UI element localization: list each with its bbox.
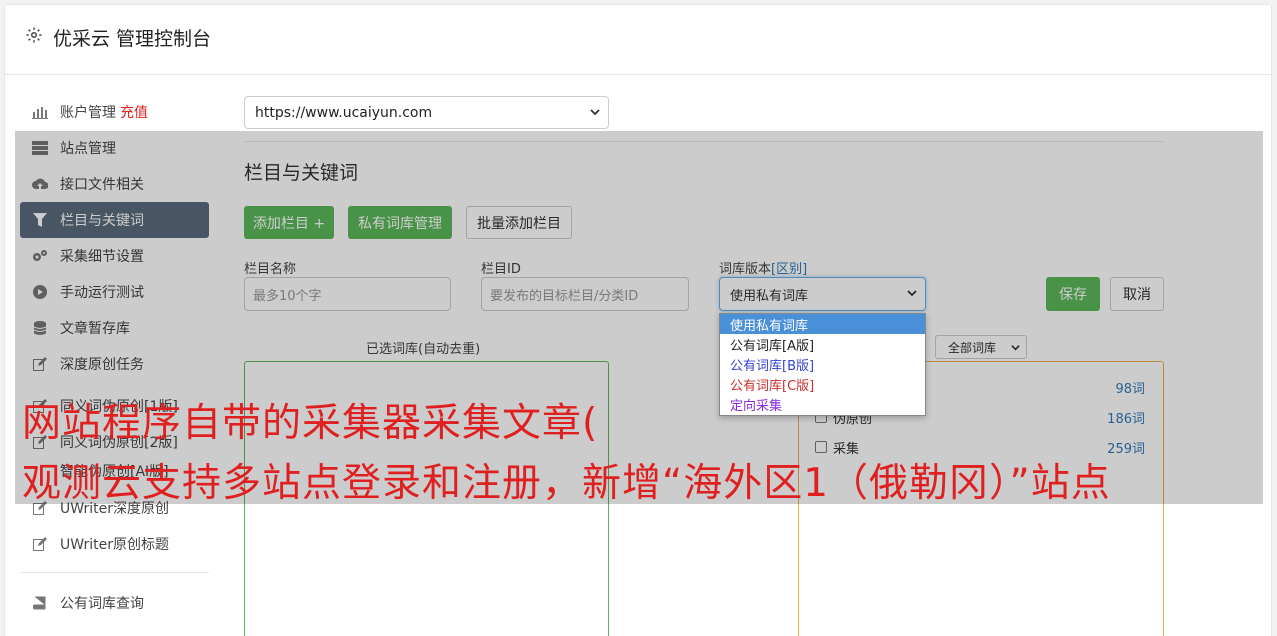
chevron-down-icon — [590, 109, 600, 116]
site-select-value: https://www.ucaiyun.com — [255, 104, 433, 121]
gear-icon — [26, 27, 42, 43]
edit-icon — [32, 356, 48, 372]
chevron-down-icon — [1011, 345, 1020, 351]
cogs-icon — [32, 248, 48, 264]
dropdown-option[interactable]: 公有词库[C版] — [720, 374, 925, 394]
caption-line-1: 网站程序自带的采集器采集文章( — [22, 401, 599, 446]
dict-version-select[interactable]: 使用私有词库 — [719, 277, 926, 311]
dict-version-text: 词库版本 — [719, 262, 772, 277]
sidebar-item-uwriter-title[interactable]: UWriter原创标题 — [20, 526, 209, 562]
site-select[interactable]: https://www.ucaiyun.com — [244, 96, 609, 129]
sidebar-item-article-store[interactable]: 文章暂存库 — [20, 310, 209, 346]
sidebar-item-label: 栏目与关键词 — [60, 213, 144, 229]
sidebar-item-manual-run[interactable]: 手动运行测试 — [20, 274, 209, 310]
page-header: 优采云 管理控制台 — [5, 5, 1273, 75]
sidebar-item-collect-settings[interactable]: 采集细节设置 — [20, 238, 209, 274]
sidebar-item-columns[interactable]: 栏目与关键词 — [20, 202, 209, 238]
sidebar-item-label: 账户管理 — [60, 105, 116, 121]
filter-icon — [32, 212, 48, 228]
bar-chart-icon — [32, 104, 48, 120]
sidebar-item-deep-original[interactable]: 深度原创任务 — [20, 346, 209, 382]
sidebar-item-label: 手动运行测试 — [60, 285, 144, 301]
dict-filter-select[interactable]: 全部词库 — [935, 335, 1027, 359]
dict-version-label: 词库版本[区别] — [719, 258, 807, 277]
sidebar-item-account[interactable]: 账户管理 充值 — [20, 94, 209, 130]
cloud-upload-icon — [32, 176, 48, 192]
column-id-input[interactable]: 要发布的目标栏目/分类ID — [481, 277, 689, 311]
sidebar-item-interface[interactable]: 接口文件相关 — [20, 166, 209, 202]
sidebar-item-label: 深度原创任务 — [60, 357, 144, 373]
server-icon — [32, 140, 48, 156]
section-title: 栏目与关键词 — [244, 162, 359, 184]
dict-filter-value: 全部词库 — [948, 340, 997, 355]
page-title: 优采云 管理控制台 — [53, 28, 212, 50]
sidebar-item-label: 接口文件相关 — [60, 177, 144, 193]
sidebar-item-label: 公有词库查询 — [60, 596, 144, 612]
sidebar: 账户管理 充值 站点管理 接口文件相关 栏目与关键词 采集细节设置 手动运行测试 — [20, 94, 209, 621]
save-button[interactable]: 保存 — [1046, 277, 1100, 311]
sidebar-item-label: 采集细节设置 — [60, 249, 144, 265]
add-column-button[interactable]: 添加栏目 + — [244, 206, 334, 239]
divider — [244, 141, 1164, 142]
cancel-button[interactable]: 取消 — [1110, 277, 1164, 311]
dict-version-dropdown[interactable]: 使用私有词库 公有词库[A版] 公有词库[B版] 公有词库[C版] 定向采集 — [719, 313, 926, 416]
column-name-label: 栏目名称 — [244, 262, 297, 277]
word-count: 259词 — [1107, 441, 1145, 457]
database-icon — [32, 320, 48, 336]
recharge-link[interactable]: 充值 — [120, 102, 148, 122]
sidebar-item-sites[interactable]: 站点管理 — [20, 130, 209, 166]
sidebar-item-public-dict[interactable]: 公有词库查询 — [20, 585, 209, 621]
sidebar-item-label: UWriter原创标题 — [60, 537, 169, 553]
private-dict-button[interactable]: 私有词库管理 — [348, 206, 452, 239]
selected-dict-title: 已选词库(自动去重) — [366, 342, 481, 357]
dropdown-option[interactable]: 使用私有词库 — [720, 314, 925, 334]
sidebar-divider — [20, 572, 209, 573]
edit-icon — [32, 536, 48, 552]
word-count: 186词 — [1107, 411, 1145, 427]
dropdown-option[interactable]: 定向采集 — [720, 394, 925, 414]
batch-add-button[interactable]: 批量添加栏目 — [466, 206, 572, 239]
sidebar-item-label: 站点管理 — [60, 141, 116, 157]
column-id-label: 栏目ID — [481, 262, 521, 277]
difference-link[interactable]: [区别] — [771, 262, 807, 277]
column-name-input[interactable]: 最多10个字 — [244, 277, 451, 311]
word-count: 98词 — [1115, 381, 1145, 397]
caption-line-2: 观测云支持多站点登录和注册，新增“海外区1（俄勒冈）”站点 — [22, 461, 1111, 506]
sidebar-item-label: 文章暂存库 — [60, 321, 130, 337]
dropdown-option[interactable]: 公有词库[B版] — [720, 354, 925, 374]
play-circle-icon — [32, 284, 48, 300]
book-icon — [32, 595, 48, 611]
chevron-down-icon — [907, 290, 917, 297]
dropdown-option[interactable]: 公有词库[A版] — [720, 334, 925, 354]
dict-version-value: 使用私有词库 — [730, 288, 809, 304]
